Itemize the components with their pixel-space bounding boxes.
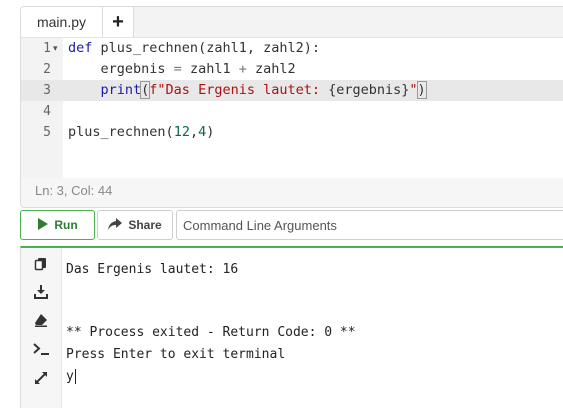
run-button-label: Run (54, 218, 78, 232)
code-bracket: ) (416, 81, 427, 99)
text-cursor (74, 369, 76, 384)
code-variable: zahl1 (189, 61, 231, 77)
line-number: 1 (43, 41, 51, 56)
fold-arrow-icon[interactable]: ▾ (53, 38, 58, 59)
terminal-output-line: Press Enter to exit terminal (66, 347, 286, 362)
share-button[interactable]: Share (97, 210, 173, 240)
download-icon[interactable] (33, 284, 49, 300)
code-line-2: ergebnis = zahl1 + zahl2 (68, 59, 296, 80)
code-builtin: print (100, 82, 142, 98)
code-bracket: ) (206, 124, 215, 140)
command-line-arguments-input[interactable] (176, 210, 563, 240)
add-tab-button[interactable]: + (103, 7, 134, 37)
code-line-3: print(f"Das Ergenis lautet: {ergebnis}") (68, 80, 427, 101)
terminal-input-text: y (66, 369, 74, 384)
code-operator: = (165, 61, 190, 77)
editor-panel: main.py + 1 ▾ 2 3 4 5 def plus_rechnen(z… (20, 6, 563, 208)
code-comma: , (189, 124, 199, 140)
share-icon (108, 217, 123, 233)
code-line-5: plus_rechnen(12,4) (68, 122, 214, 143)
code-function-name: plus_rechnen (68, 124, 166, 140)
code-params: (zahl1, zahl2): (198, 40, 320, 56)
code-string: f"Das Ergenis lautet: (149, 82, 329, 98)
terminal-input-line[interactable]: y (66, 367, 76, 387)
code-format-expr: {ergebnis} (328, 82, 410, 98)
code-function-name: plus_rechnen (100, 40, 199, 56)
line-number: 3 (43, 83, 51, 98)
terminal-prompt-icon[interactable] (33, 341, 49, 357)
tab-main-py[interactable]: main.py (21, 7, 103, 37)
terminal-side-toolbar (21, 248, 62, 408)
share-button-label: Share (128, 218, 162, 232)
terminal-output-line: ** Process exited - Return Code: 0 ** (66, 325, 356, 340)
line-number: 2 (43, 62, 51, 77)
code-operator: + (230, 61, 255, 77)
code-keyword: def (68, 40, 93, 56)
copy-icon[interactable] (33, 256, 49, 272)
code-bracket: ( (165, 124, 174, 140)
code-editor[interactable]: 1 ▾ 2 3 4 5 def plus_rechnen(zahl1, zahl… (21, 38, 563, 178)
line-number: 4 (43, 104, 51, 119)
code-variable: zahl2 (254, 61, 296, 77)
run-button[interactable]: Run (20, 210, 95, 240)
cursor-position-status: Ln: 3, Col: 44 (35, 183, 113, 198)
code-line-1: def plus_rechnen(zahl1, zahl2): (68, 38, 320, 59)
clear-icon[interactable] (33, 312, 49, 328)
terminal-panel[interactable]: Das Ergenis lautet: 16 ** Process exited… (20, 246, 563, 408)
line-number: 5 (43, 125, 51, 140)
terminal-output-line: Das Ergenis lautet: 16 (66, 262, 239, 277)
tab-bar: main.py + (21, 7, 563, 38)
play-icon (37, 217, 49, 233)
code-number: 4 (198, 124, 207, 140)
expand-icon[interactable] (33, 370, 49, 386)
code-number: 12 (173, 124, 190, 140)
code-variable: ergebnis (100, 61, 166, 77)
code-string: " (409, 82, 418, 98)
